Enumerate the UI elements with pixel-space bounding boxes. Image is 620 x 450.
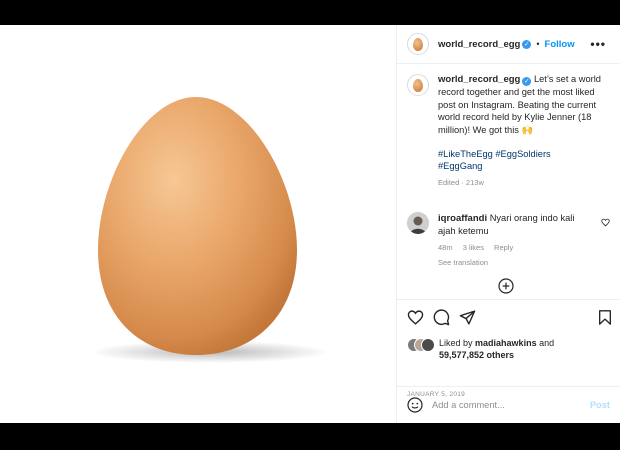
verified-badge-icon: ✓	[522, 77, 532, 86]
post-header: world_record_egg ✓ • Follow •••	[397, 25, 620, 64]
comment-icon[interactable]	[433, 309, 450, 326]
separator-dot: •	[536, 39, 540, 49]
hashtags: #LikeTheEgg #EggSoldiers #EggGang	[438, 148, 612, 173]
share-icon[interactable]	[459, 309, 476, 326]
bookmark-icon[interactable]	[597, 309, 613, 326]
edited-timestamp: Edited · 213w	[438, 177, 484, 187]
emoji-icon[interactable]	[407, 397, 423, 413]
liked-by-text: Liked by madiahawkins and 59,577,852 oth…	[439, 338, 554, 361]
liker-avatars[interactable]	[407, 338, 435, 352]
comment-time[interactable]: 48m	[438, 243, 453, 252]
caption-avatar[interactable]	[407, 74, 429, 96]
liked-by-user-link[interactable]: madiahawkins	[475, 338, 537, 348]
add-comment-bar: Add a comment... Post	[397, 386, 620, 423]
comment-like-heart-icon[interactable]	[601, 218, 610, 227]
follow-button[interactable]: Follow	[545, 39, 575, 50]
add-comment-input[interactable]: Add a comment...	[432, 400, 590, 410]
egg-image	[90, 97, 330, 363]
comment-likes[interactable]: 3 likes	[463, 243, 484, 252]
load-more-comments-icon[interactable]	[498, 278, 514, 294]
post-image[interactable]	[0, 25, 397, 423]
heart-icon[interactable]	[407, 309, 424, 326]
caption-username[interactable]: world_record_egg	[438, 74, 520, 85]
hashtag-egggang[interactable]: #EggGang	[438, 161, 482, 171]
caption: world_record_egg ✓ Let’s set a world reco…	[407, 73, 612, 189]
commenter-avatar[interactable]	[407, 212, 429, 234]
egg-avatar-icon	[413, 37, 423, 51]
more-options-icon[interactable]: •••	[590, 37, 606, 51]
comment-body: iqroaffandi Nyari orang indo kali ajah k…	[438, 212, 588, 270]
egg-avatar-icon	[413, 78, 423, 92]
person-icon	[407, 212, 429, 234]
hashtag-liketheegg[interactable]: #LikeTheEgg	[438, 149, 493, 159]
see-translation-link[interactable]: See translation	[438, 257, 588, 269]
verified-badge-icon: ✓	[522, 39, 532, 49]
liked-by-and: and	[539, 338, 555, 348]
post-sidebar: world_record_egg ✓ • Follow ••• world_re…	[397, 25, 620, 423]
likes-count-link[interactable]: 59,577,852 others	[439, 350, 514, 360]
comment-meta: 48m 3 likes Reply	[438, 242, 588, 254]
reply-button[interactable]: Reply	[494, 243, 513, 252]
header-username[interactable]: world_record_egg	[438, 39, 520, 50]
liker-avatar	[421, 338, 435, 352]
caption-body: world_record_egg ✓ Let’s set a world reco…	[438, 73, 612, 189]
comment: iqroaffandi Nyari orang indo kali ajah k…	[407, 212, 612, 270]
avatar[interactable]	[407, 33, 429, 55]
action-icons	[407, 309, 613, 327]
liked-by-label: Liked by	[439, 338, 473, 348]
hashtag-eggsoldiers[interactable]: #EggSoldiers	[495, 149, 550, 159]
likes-summary: Liked by madiahawkins and 59,577,852 oth…	[407, 338, 554, 361]
comment-username[interactable]: iqroaffandi	[438, 213, 487, 224]
instagram-post-window: world_record_egg ✓ • Follow ••• world_re…	[0, 25, 620, 423]
post-comment-button[interactable]: Post	[590, 400, 610, 410]
